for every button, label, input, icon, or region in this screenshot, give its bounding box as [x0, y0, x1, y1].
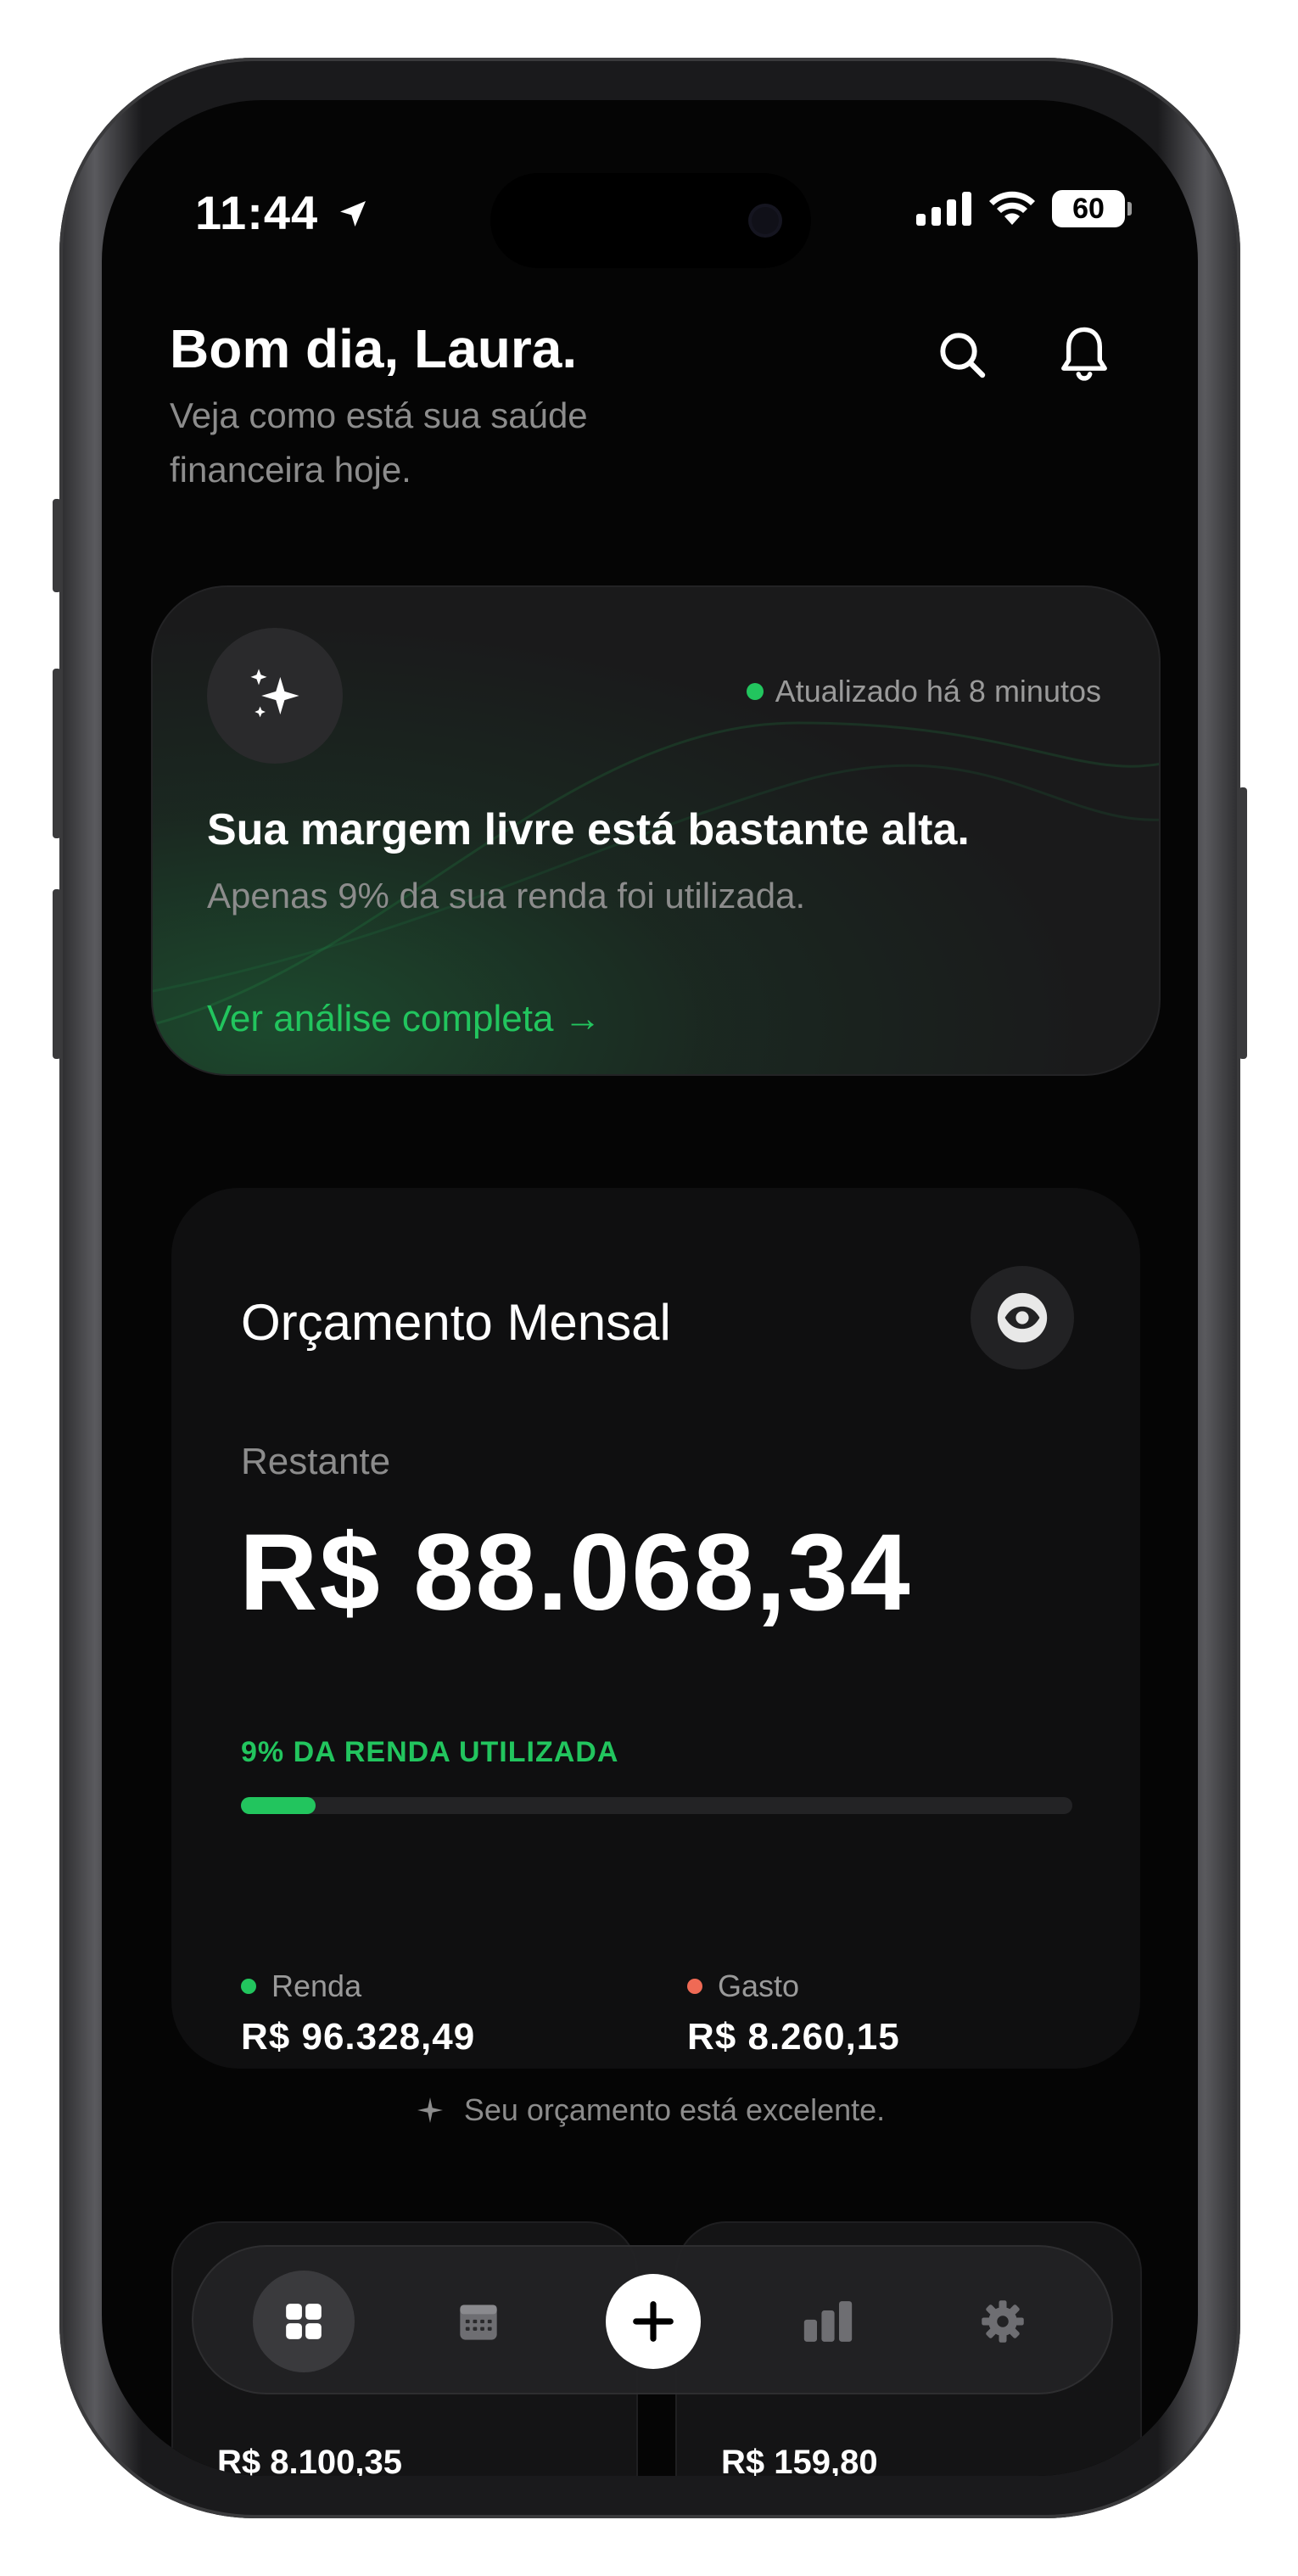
notifications-button[interactable] [1050, 321, 1118, 389]
summary-card-value: R$ 8.100,35 [217, 2444, 402, 2476]
battery-icon: 60 [1052, 190, 1132, 227]
toggle-visibility-button[interactable] [971, 1266, 1074, 1369]
expense-summary: Gasto R$ 8.260,15 [687, 1968, 900, 2058]
volume-up-button [53, 669, 61, 838]
greeting-subtitle: Veja como está sua saúde financeira hoje… [170, 395, 588, 490]
eye-icon [997, 1292, 1048, 1343]
sparkles-icon [250, 669, 299, 718]
income-dot [241, 1979, 256, 1994]
usage-progress-fill [241, 1797, 316, 1814]
add-transaction-button[interactable] [606, 2274, 701, 2369]
income-usage-label: 9% DA RENDA UTILIZADA [241, 1736, 619, 1768]
monthly-budget-card: Orçamento Mensal Restante R$ 88.068,34 9… [171, 1188, 1140, 2069]
budget-title: Orçamento Mensal [241, 1294, 671, 1351]
search-button[interactable] [928, 321, 996, 389]
updated-status: Atualizado há 8 minutos [746, 674, 1101, 709]
budget-tip: Seu orçamento está excelente. [102, 2092, 1198, 2128]
remaining-value: R$ 88.068,34 [239, 1512, 912, 1633]
tab-bar [192, 2245, 1113, 2394]
app-screen: 11:44 60 Bom dia, Laura. Veja como está … [102, 100, 1198, 2476]
expense-value: R$ 8.260,15 [687, 2016, 900, 2058]
income-value: R$ 96.328,49 [241, 2016, 476, 2058]
tab-settings[interactable] [952, 2271, 1054, 2372]
insight-badge [207, 628, 343, 764]
status-dot [746, 683, 764, 700]
insight-subtitle: Apenas 9% da sua renda foi utilizada. [207, 876, 806, 916]
status-time: 11:44 [195, 185, 370, 240]
expense-dot [687, 1979, 702, 1994]
income-label: Renda [271, 1968, 362, 2003]
dynamic-island [490, 173, 811, 268]
tab-calendar[interactable] [428, 2271, 529, 2372]
tab-dashboard[interactable] [253, 2271, 355, 2372]
settings-icon [982, 2300, 1024, 2343]
sparkle-icon [417, 2097, 443, 2123]
summary-card-value: R$ 159,80 [721, 2444, 878, 2476]
full-analysis-link[interactable]: Ver análise completa → [207, 998, 601, 1040]
calendar-icon [460, 2304, 497, 2340]
status-icons: 60 [916, 190, 1132, 227]
dashboard-icon [286, 2304, 322, 2339]
wifi-icon [989, 191, 1035, 225]
bell-icon [1061, 327, 1107, 381]
insight-card[interactable]: Atualizado há 8 minutos Sua margem livre… [151, 585, 1161, 1076]
budget-tip-text: Seu orçamento está excelente. [463, 2092, 886, 2127]
tab-reports[interactable] [777, 2271, 879, 2372]
insight-title: Sua margem livre está bastante alta. [207, 805, 970, 854]
expense-label: Gasto [718, 1968, 800, 2003]
remaining-label: Restante [241, 1441, 391, 1482]
updated-text: Atualizado há 8 minutos [775, 674, 1101, 708]
chart-icon [803, 2301, 853, 2342]
signal-bars-icon [916, 192, 971, 226]
greeting-title: Bom dia, Laura. [170, 318, 578, 379]
location-arrow-icon [339, 201, 366, 227]
power-button [1239, 787, 1247, 1059]
add-icon [633, 2301, 674, 2342]
action-button [53, 499, 61, 592]
volume-down-button [53, 889, 61, 1059]
phone-frame: 11:44 60 Bom dia, Laura. Veja como está … [53, 58, 1247, 2518]
income-summary: Renda R$ 96.328,49 [241, 1968, 475, 2058]
usage-progress-bar [241, 1797, 1072, 1814]
search-icon [940, 333, 986, 378]
